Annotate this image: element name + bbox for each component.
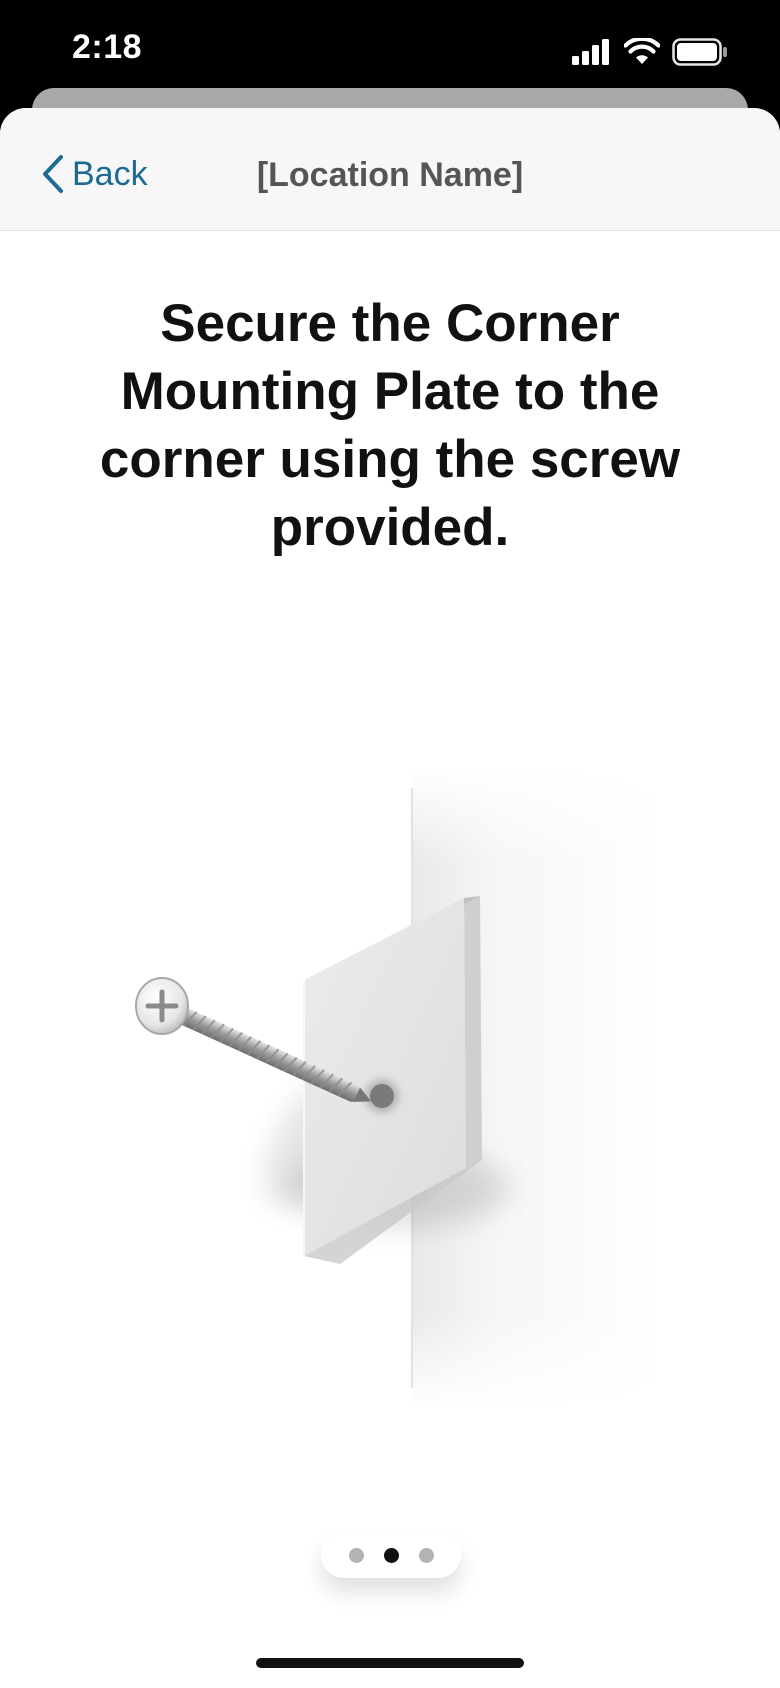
corner-mounting-plate-illustration [135, 768, 660, 1408]
status-bar: 2:18 [0, 0, 780, 100]
navigation-bar: Back [Location Name] [0, 108, 780, 231]
back-button[interactable]: Back [40, 152, 148, 196]
cellular-signal-icon [572, 39, 609, 65]
page-title: [Location Name] [256, 156, 524, 194]
page-dot-1[interactable] [348, 1547, 364, 1563]
battery-icon [672, 38, 727, 66]
home-indicator[interactable] [256, 1658, 524, 1668]
back-label: Back [72, 154, 148, 193]
status-icons [572, 36, 728, 68]
page-dot-2-active[interactable] [383, 1547, 399, 1563]
app-screen: 2:18 Back [Location Name] Secure the Cor… [0, 0, 780, 1688]
instruction-headline: Secure the Corner Mounting Plate to the … [99, 294, 681, 557]
status-time: 2:18 [72, 28, 143, 66]
wifi-icon [624, 38, 660, 64]
chevron-left-icon [43, 155, 63, 193]
modal-sheet: Back [Location Name] Secure the Corner M… [0, 108, 780, 1688]
page-indicator[interactable] [321, 1532, 461, 1578]
page-dot-3[interactable] [418, 1547, 434, 1563]
